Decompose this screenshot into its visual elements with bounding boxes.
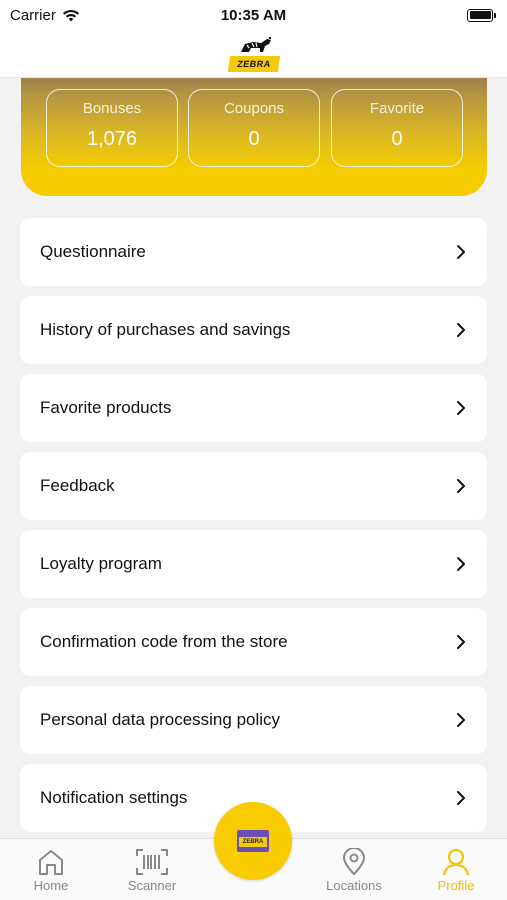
menu-item-label: Confirmation code from the store	[40, 632, 288, 651]
profile-icon	[442, 848, 470, 876]
menu-item-confirmation-code[interactable]: Confirmation code from the store	[20, 608, 487, 676]
tab-profile[interactable]: Profile	[416, 839, 496, 900]
menu-item-data-policy[interactable]: Personal data processing policy	[20, 686, 487, 754]
loyalty-card-button[interactable]: ZEBRA	[214, 802, 292, 880]
location-pin-icon	[342, 848, 366, 876]
menu-item-feedback[interactable]: Feedback	[20, 452, 487, 520]
loyalty-card-icon: ZEBRA	[235, 828, 271, 854]
menu-item-favorite-products[interactable]: Favorite products	[20, 374, 487, 442]
tab-locations[interactable]: Locations	[314, 839, 394, 900]
zebra-logo: ZEBRA	[227, 34, 281, 74]
menu-item-history[interactable]: History of purchases and savings	[20, 296, 487, 364]
status-bar: Carrier 10:35 AM	[0, 0, 507, 30]
favorite-value: 0	[391, 128, 403, 150]
card-logo-text: ZEBRA	[239, 837, 267, 847]
bonuses-label: Bonuses	[82, 100, 142, 117]
chevron-right-icon	[457, 401, 465, 415]
tab-scanner[interactable]: Scanner	[112, 839, 192, 900]
menu-item-label: Feedback	[40, 476, 115, 495]
home-icon	[39, 850, 63, 875]
app-header: ZEBRA	[0, 30, 507, 78]
stats-card: Bonuses 1,076 Coupons 0 Favorite 0	[21, 60, 487, 196]
chevron-right-icon	[457, 713, 465, 727]
coupons-box[interactable]: Coupons 0	[188, 89, 320, 167]
chevron-right-icon	[457, 245, 465, 259]
favorite-label: Favorite	[369, 100, 425, 117]
barcode-scanner-icon	[136, 849, 168, 875]
bonuses-box[interactable]: Bonuses 1,076	[46, 89, 178, 167]
favorite-box[interactable]: Favorite 0	[331, 89, 463, 167]
menu-item-label: Personal data processing policy	[40, 710, 281, 729]
wifi-icon	[62, 9, 79, 21]
status-left: Carrier	[10, 7, 80, 24]
carrier-label: Carrier	[10, 6, 56, 24]
coupons-label: Coupons	[223, 100, 285, 117]
menu-item-label: History of purchases and savings	[40, 320, 291, 339]
tab-home[interactable]: Home	[11, 839, 91, 900]
chevron-right-icon	[457, 791, 465, 805]
logo-badge: ZEBRA	[227, 55, 280, 72]
status-time: 10:35 AM	[220, 6, 287, 24]
tab-locations-label: Locations	[326, 878, 382, 893]
tab-scanner-label: Scanner	[127, 878, 177, 893]
chevron-right-icon	[457, 557, 465, 571]
menu-item-label: Questionnaire	[40, 242, 146, 261]
coupons-value: 0	[248, 128, 260, 150]
menu-item-label: Loyalty program	[40, 554, 162, 573]
tab-profile-label: Profile	[437, 878, 475, 893]
menu-item-label: Notification settings	[40, 788, 188, 807]
tab-home-label: Home	[33, 878, 69, 893]
chevron-right-icon	[457, 323, 465, 337]
bonuses-value: 1,076	[86, 128, 138, 150]
chevron-right-icon	[457, 635, 465, 649]
menu-item-questionnaire[interactable]: Questionnaire	[20, 218, 487, 286]
menu-item-loyalty[interactable]: Loyalty program	[20, 530, 487, 598]
menu-item-label: Favorite products	[40, 398, 172, 417]
battery-icon	[467, 8, 496, 22]
chevron-right-icon	[457, 479, 465, 493]
